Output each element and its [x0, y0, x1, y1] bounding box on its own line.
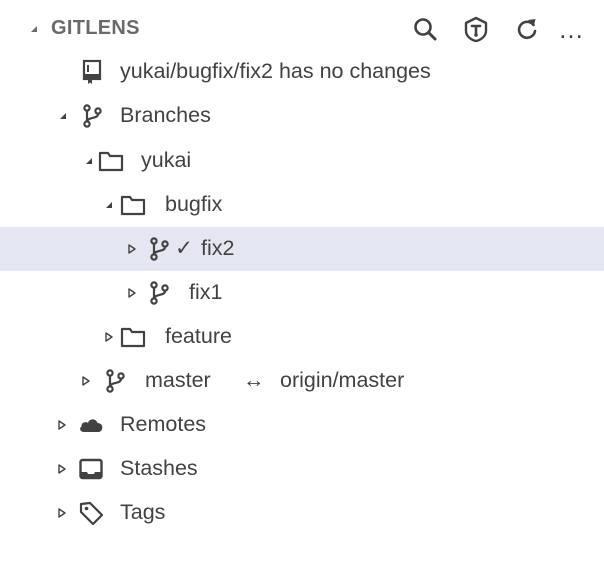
tree-item-stashes[interactable]: Stashes: [0, 447, 604, 491]
repo-status-label: yukai/bugfix/fix2 has no changes: [120, 59, 431, 83]
section-title: GITLENS: [51, 17, 140, 39]
stashes-label: Stashes: [120, 456, 198, 480]
cloud-icon: [78, 412, 104, 438]
current-branch-check-icon: ✓: [175, 236, 194, 260]
tree-item-folder-feature[interactable]: feature: [0, 315, 604, 359]
repo-status-row[interactable]: yukai/bugfix/fix2 has no changes: [0, 50, 604, 94]
repository-icon: [79, 59, 105, 85]
branch-label: fix1: [189, 280, 223, 304]
folder-label: feature: [165, 324, 232, 348]
refresh-icon[interactable]: [511, 13, 543, 45]
tree-item-remotes[interactable]: Remotes: [0, 403, 604, 447]
branch-label: fix2: [201, 236, 235, 260]
tracking-arrows-icon: ↔: [243, 368, 265, 392]
tree-item-branches[interactable]: Branches: [0, 94, 604, 138]
collapsed-twisty-icon[interactable]: [81, 376, 91, 386]
gitlens-view: GITLENS … yukai/bugfix/fix2 has no chang…: [0, 0, 604, 566]
tree-item-branch-master[interactable]: master ↔ origin/master: [0, 359, 604, 403]
git-branch-icon: [146, 280, 172, 306]
search-icon[interactable]: [409, 13, 441, 45]
expanded-twisty-icon[interactable]: [84, 156, 94, 166]
branches-label: Branches: [120, 103, 211, 127]
more-icon[interactable]: …: [558, 13, 604, 45]
git-branch-icon: [146, 236, 172, 262]
folder-icon: [98, 148, 124, 174]
expanded-twisty-icon[interactable]: [29, 24, 39, 34]
collapsed-twisty-icon[interactable]: [57, 420, 67, 430]
collapsed-twisty-icon[interactable]: [127, 288, 137, 298]
tree-item-folder-yukai[interactable]: yukai: [0, 139, 604, 183]
gitlens-icon[interactable]: [460, 13, 492, 45]
collapsed-twisty-icon[interactable]: [127, 244, 137, 254]
folder-icon: [120, 324, 146, 350]
git-branch-icon: [79, 103, 105, 129]
remotes-label: Remotes: [120, 412, 207, 436]
folder-icon: [120, 192, 146, 218]
tags-label: Tags: [120, 500, 166, 524]
branch-label: master: [145, 368, 211, 392]
folder-label: bugfix: [165, 192, 223, 216]
expanded-twisty-icon[interactable]: [104, 200, 114, 210]
tree-item-branch-fix2[interactable]: ✓ fix2: [0, 227, 604, 271]
tree-item-branch-fix1[interactable]: fix1: [0, 271, 604, 315]
collapsed-twisty-icon[interactable]: [57, 508, 67, 518]
collapsed-twisty-icon[interactable]: [57, 464, 67, 474]
git-branch-icon: [102, 368, 128, 394]
folder-label: yukai: [141, 148, 192, 172]
expanded-twisty-icon[interactable]: [58, 111, 68, 121]
inbox-icon: [78, 456, 104, 482]
tag-icon: [78, 500, 104, 526]
collapsed-twisty-icon[interactable]: [104, 332, 114, 342]
tree-item-tags[interactable]: Tags: [0, 491, 604, 535]
upstream-label: origin/master: [280, 368, 405, 392]
tree-item-folder-bugfix[interactable]: bugfix: [0, 183, 604, 227]
